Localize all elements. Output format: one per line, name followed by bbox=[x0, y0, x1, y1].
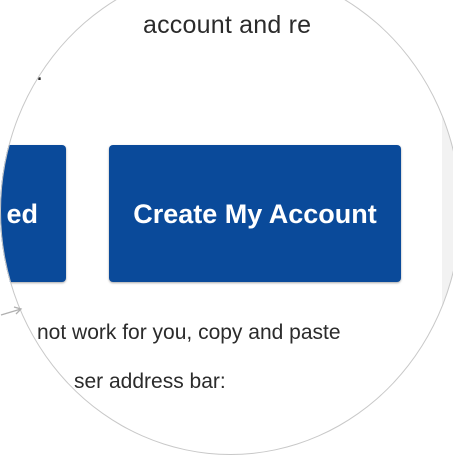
magnifier-lens: account and re . ed Create My Account no… bbox=[0, 0, 453, 455]
partial-action-button-label: ed bbox=[6, 198, 38, 229]
arrow-right-icon bbox=[0, 306, 23, 316]
intro-text-line-1: account and re bbox=[143, 11, 312, 39]
fallback-text-line-2: ser address bar: bbox=[74, 370, 226, 393]
intro-text-line-2: . bbox=[36, 58, 43, 86]
create-my-account-button-label: Create My Account bbox=[133, 198, 377, 229]
fallback-text-line-1: not work for you, copy and paste bbox=[37, 321, 341, 344]
magnified-email-view: account and re . ed Create My Account no… bbox=[0, 0, 453, 455]
partial-action-button[interactable]: ed bbox=[0, 145, 66, 282]
side-panel-strip bbox=[442, 0, 453, 455]
create-my-account-button[interactable]: Create My Account bbox=[109, 145, 401, 282]
email-body: account and re . ed Create My Account no… bbox=[0, 0, 453, 455]
